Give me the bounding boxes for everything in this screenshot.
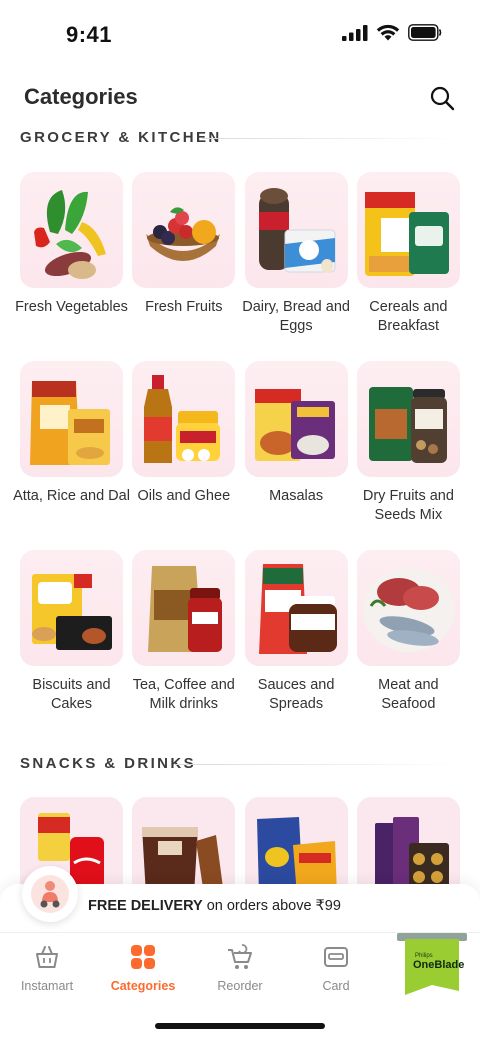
status-bar: 9:41 [0, 0, 480, 70]
battery-icon [408, 24, 442, 41]
category-image [20, 550, 123, 666]
category-image [132, 361, 236, 477]
status-time: 9:41 [66, 22, 113, 47]
category-image [20, 361, 123, 477]
section-divider [176, 764, 460, 765]
snack-tile[interactable] [244, 797, 348, 892]
delivery-bold: FREE DELIVERY [88, 898, 203, 914]
category-fresh-fruits[interactable]: Fresh Fruits [132, 172, 236, 361]
category-image [244, 172, 348, 288]
category-cereals-breakfast[interactable]: Cereals and Breakfast [356, 172, 460, 361]
delivery-rest: on orders above ₹99 [202, 898, 341, 914]
category-label: Meat and Seafood [378, 677, 439, 712]
category-label: Cereals and Breakfast [369, 299, 448, 334]
card-icon [324, 947, 348, 967]
category-label: Biscuits and Cakes [32, 677, 111, 712]
snacks-row [20, 797, 460, 892]
category-label: Dry Fruits and Seeds Mix [362, 488, 454, 523]
category-image [244, 361, 348, 477]
grocery-grid: Fresh Vegetables Fresh Fruits Dairy, Bre… [13, 172, 460, 739]
category-image [132, 550, 236, 666]
category-tea-coffee-milk[interactable]: Tea, Coffee and Milk drinks [132, 550, 236, 739]
nav-reorder[interactable]: Reorder [195, 943, 285, 993]
category-label: Fresh Vegetables [15, 299, 128, 315]
category-label: Tea, Coffee and Milk drinks [132, 677, 235, 712]
home-indicator [155, 1023, 325, 1029]
delivery-text: FREE DELIVERY on orders above ₹99 [88, 898, 341, 914]
nav-label: Card [322, 979, 350, 993]
nav-categories[interactable]: Categories [98, 943, 188, 993]
sponsored-ad-badge[interactable]: Philips OneBlade [397, 933, 467, 997]
nav-label: Reorder [217, 979, 263, 993]
category-image [356, 172, 460, 288]
ad-brand-main: OneBlade [413, 959, 464, 971]
nav-label: Categories [110, 979, 176, 993]
reorder-cart-icon [228, 944, 252, 969]
status-icons [342, 24, 442, 41]
category-label: Oils and Ghee [137, 488, 231, 504]
category-meat-seafood[interactable]: Meat and Seafood [356, 550, 460, 739]
category-image [244, 550, 348, 666]
category-image [356, 550, 460, 666]
snack-tile[interactable] [356, 797, 460, 892]
basket-icon [36, 946, 58, 968]
category-image [356, 361, 460, 477]
search-button[interactable] [428, 84, 458, 114]
category-image [20, 172, 123, 288]
scooter-icon [22, 866, 78, 922]
wifi-icon [376, 24, 400, 41]
category-sauces-spreads[interactable]: Sauces and Spreads [244, 550, 348, 739]
category-biscuits-cakes[interactable]: Biscuits and Cakes [20, 550, 123, 739]
nav-instamart[interactable]: Instamart [2, 943, 92, 993]
section-title-snacks: SNACKS & DRINKS [20, 755, 197, 772]
category-label: Sauces and Spreads [257, 677, 335, 712]
search-icon [430, 86, 455, 111]
category-oils-ghee[interactable]: Oils and Ghee [132, 361, 236, 550]
category-dairy-bread-eggs[interactable]: Dairy, Bread and Eggs [242, 172, 350, 361]
category-fresh-vegetables[interactable]: Fresh Vegetables [15, 172, 128, 361]
section-title-grocery: GROCERY & KITCHEN [20, 129, 222, 146]
snack-tile[interactable] [132, 797, 236, 892]
page-title: Categories [24, 84, 138, 109]
category-masalas[interactable]: Masalas [244, 361, 348, 550]
section-divider [202, 138, 460, 139]
category-label: Atta, Rice and Dal [13, 488, 130, 504]
category-image [132, 172, 236, 288]
category-dry-fruits-seeds[interactable]: Dry Fruits and Seeds Mix [356, 361, 460, 550]
signal-icon [342, 24, 368, 41]
category-label: Dairy, Bread and Eggs [242, 299, 350, 334]
nav-card[interactable]: Card [291, 943, 381, 993]
category-label: Fresh Fruits [145, 299, 223, 315]
nav-label: Instamart [20, 979, 74, 993]
grid-icon [131, 945, 155, 969]
category-atta-rice-dal[interactable]: Atta, Rice and Dal [13, 361, 130, 550]
category-label: Masalas [269, 488, 324, 504]
